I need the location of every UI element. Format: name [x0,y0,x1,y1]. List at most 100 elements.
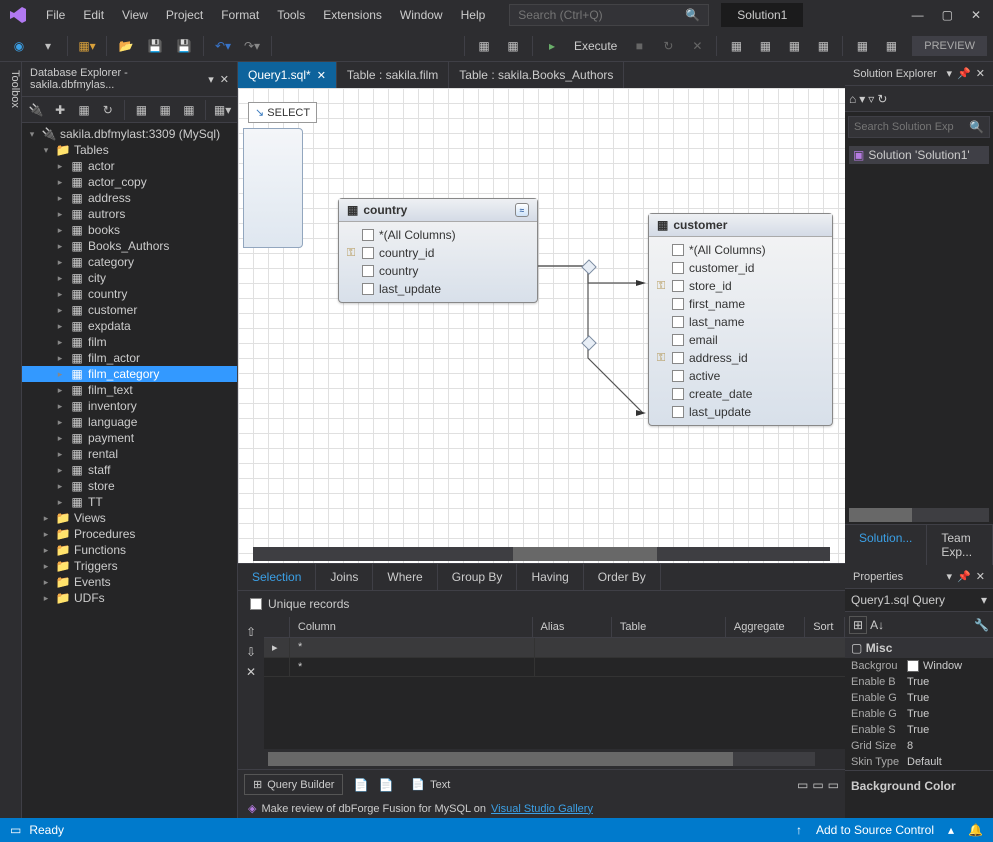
column-last_name[interactable]: last_name [655,313,826,331]
wrench-icon[interactable]: 🔧 [974,618,989,632]
t6-icon[interactable]: ▦ [878,34,904,58]
prop-enable-g[interactable]: Enable GTrue [845,690,993,706]
tree-arrow-icon[interactable]: ▸ [54,193,66,204]
stop-icon[interactable]: ■ [626,34,652,58]
tree-arrow-icon[interactable]: ▸ [40,545,52,556]
grid-row[interactable]: ▸* [264,638,845,658]
tree-expdata[interactable]: ▸▦expdata [22,318,237,334]
column-create_date[interactable]: create_date [655,385,826,403]
column-checkbox[interactable] [672,406,684,418]
properties-context[interactable]: Query1.sql Query ▾ [845,589,993,612]
open-icon[interactable]: 📂 [113,34,139,58]
upload-icon[interactable]: ↑ [796,823,802,837]
query-designer-canvas[interactable]: ↘ SELECT ▦ country ≈ *(All Columns)⚿coun… [238,88,845,563]
tree-inventory[interactable]: ▸▦inventory [22,398,237,414]
s-icon-3[interactable]: ↻ [877,92,887,106]
delete-row-icon[interactable]: ✕ [246,665,256,679]
tree-tt[interactable]: ▸▦TT [22,494,237,510]
tree-arrow-icon[interactable]: ▸ [54,401,66,412]
column-customer_id[interactable]: customer_id [655,259,826,277]
subtab-group-by[interactable]: Group By [438,564,518,590]
tree-events[interactable]: ▸📁Events [22,574,237,590]
menu-format[interactable]: Format [213,4,267,26]
dropdown-icon[interactable]: ▾ [208,73,214,86]
table-header-country[interactable]: ▦ country ≈ [339,199,537,222]
tree-language[interactable]: ▸▦language [22,414,237,430]
tab-table-sakila-books_authors[interactable]: Table : sakila.Books_Authors [449,62,624,88]
tree-autrors[interactable]: ▸▦autrors [22,206,237,222]
column-checkbox[interactable] [672,370,684,382]
tree-arrow-icon[interactable]: ▸ [54,209,66,220]
menu-help[interactable]: Help [453,4,494,26]
column-active[interactable]: active [655,367,826,385]
column-checkbox[interactable] [362,265,374,277]
preview-button[interactable]: PREVIEW [912,36,987,56]
collapse-icon[interactable]: ≈ [515,203,529,217]
dropdown-icon[interactable]: ▾ [947,570,953,583]
tree-rental[interactable]: ▸▦rental [22,446,237,462]
column-checkbox[interactable] [672,334,684,346]
tree-arrow-icon[interactable]: ▸ [40,513,52,524]
search-box[interactable]: 🔍 [509,4,709,26]
collapse-icon[interactable]: ▢ [851,641,862,655]
tree-arrow-icon[interactable]: ▸ [54,289,66,300]
tree-arrow-icon[interactable]: ▸ [54,465,66,476]
dropdown-icon[interactable]: ▾ [981,593,987,607]
tree-country[interactable]: ▸▦country [22,286,237,302]
tree-arrow-icon[interactable]: ▾ [40,145,52,156]
tree-books_authors[interactable]: ▸▦Books_Authors [22,238,237,254]
tree-arrow-icon[interactable]: ▸ [54,257,66,268]
column-store_id[interactable]: ⚿store_id [655,277,826,295]
grid-header-column[interactable]: Column [290,617,533,637]
tab-close-icon[interactable]: ✕ [317,69,326,82]
dropdown-icon[interactable]: ▾ [947,67,953,80]
review-link[interactable]: Visual Studio Gallery [491,803,593,815]
tree-film_text[interactable]: ▸▦film_text [22,382,237,398]
table-box-country[interactable]: ▦ country ≈ *(All Columns)⚿country_idcou… [338,198,538,303]
source-control-button[interactable]: Add to Source Control [816,823,934,837]
tab-query1-sql-[interactable]: Query1.sql*✕ [238,62,337,88]
table-box-customer[interactable]: ▦ customer *(All Columns)customer_id⚿sto… [648,213,833,426]
tree-functions[interactable]: ▸📁Functions [22,542,237,558]
tree-film_category[interactable]: ▸▦film_category [22,366,237,382]
tree-arrow-icon[interactable]: ▸ [54,305,66,316]
column-checkbox[interactable] [362,283,374,295]
tab-table-sakila-film[interactable]: Table : sakila.film [337,62,449,88]
properties-category[interactable]: ▢ Misc [845,638,993,658]
prop-enable-g[interactable]: Enable GTrue [845,706,993,722]
path-icon[interactable]: ▦ [179,98,200,122]
move-up-icon[interactable]: ⇧ [246,625,256,639]
column-email[interactable]: email [655,331,826,349]
pin-icon[interactable]: 📌 [957,570,971,583]
tree-payment[interactable]: ▸▦payment [22,430,237,446]
column-country_id[interactable]: ⚿country_id [345,244,531,262]
tree-arrow-icon[interactable]: ▸ [54,161,66,172]
column-country[interactable]: country [345,262,531,280]
menu-project[interactable]: Project [158,4,211,26]
options-icon[interactable]: ▦▾ [212,98,233,122]
fwd-icon[interactable]: ▾ [35,34,61,58]
column--all-columns-[interactable]: *(All Columns) [345,226,531,244]
grid-header-alias[interactable]: Alias [533,617,612,637]
grid-header-table[interactable]: Table [612,617,726,637]
categorize-icon[interactable]: ⊞ [849,616,867,634]
tree-customer[interactable]: ▸▦customer [22,302,237,318]
tree-tables[interactable]: ▾📁Tables [22,142,237,158]
t3-icon[interactable]: ▦ [781,34,807,58]
pin-icon[interactable]: 📌 [957,67,971,80]
back-icon[interactable]: ◉ [6,34,32,58]
column-checkbox[interactable] [672,280,684,292]
conn-icon[interactable]: 🔌 [26,98,47,122]
tree-books[interactable]: ▸▦books [22,222,237,238]
column-checkbox[interactable] [362,229,374,241]
grid-h-scrollbar[interactable] [268,752,815,766]
t5-icon[interactable]: ▦ [849,34,875,58]
alpha-icon[interactable]: A↓ [870,618,884,632]
t4-icon[interactable]: ▦ [810,34,836,58]
grid-row[interactable]: * [264,658,845,677]
chevron-up-icon[interactable]: ▴ [948,823,954,837]
tree-actor[interactable]: ▸▦actor [22,158,237,174]
lower-tab-solution-[interactable]: Solution... [845,525,927,565]
maximize-icon[interactable]: ▢ [942,8,953,22]
refresh-icon[interactable]: ↻ [655,34,681,58]
